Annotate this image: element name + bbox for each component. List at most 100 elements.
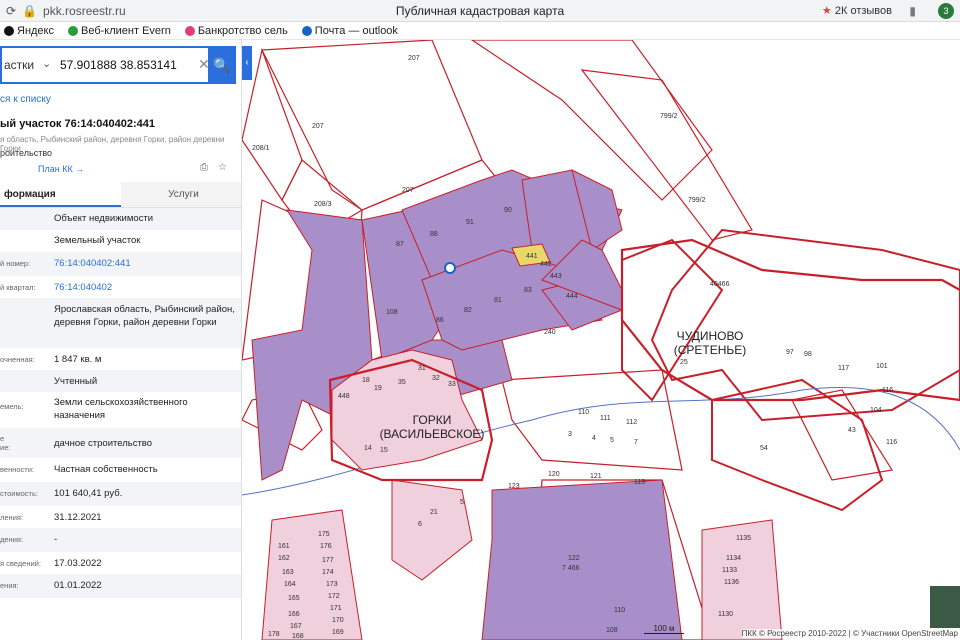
parcel-number: 208/3: [314, 201, 332, 208]
info-row: й номер: 76:14:040402:441: [0, 252, 241, 276]
bookmark-item[interactable]: Веб-клиент Evern: [68, 25, 171, 37]
map-scale: 100 м: [644, 624, 684, 634]
parcel-number: 43: [848, 427, 856, 434]
label-gorki: ГОРКИ: [413, 413, 452, 427]
parcel-number: 112: [626, 419, 637, 426]
tab-info[interactable]: формация: [0, 182, 121, 207]
evernote-icon: [68, 25, 78, 36]
label-chudinovo: ЧУДИНОВО: [677, 329, 744, 343]
search-button[interactable]: 🔍: [208, 48, 236, 82]
page-title: Публичная кадастровая карта: [395, 4, 565, 18]
parcel-number: 166: [288, 611, 300, 618]
parcel-number: 35: [398, 379, 406, 386]
parcel-number: 1130: [718, 611, 733, 618]
cadastral-number-link[interactable]: 76:14:040402:441: [54, 258, 238, 271]
parcel-number: 168: [292, 633, 304, 640]
parcel-number: 207: [408, 55, 420, 62]
basemap-switcher[interactable]: [930, 586, 960, 628]
parcel-number: 169: [332, 629, 344, 636]
parcel-number: 175: [318, 531, 330, 538]
parcel-number: 207: [312, 123, 324, 130]
info-row: стоимость: 101 640,41 руб.: [0, 482, 241, 506]
parcel-number: 178: [268, 631, 280, 638]
bank-icon: [184, 25, 195, 36]
label-sretenie: (СРЕТЕНЬЕ): [674, 343, 747, 357]
outlook-icon: [301, 25, 312, 36]
extension-icon[interactable]: 3: [938, 3, 954, 19]
chevron-down-icon[interactable]: ⌄: [42, 57, 51, 70]
parcel-number: 1134: [726, 555, 741, 562]
info-row: дения: -: [0, 528, 241, 552]
panel-tabs: формация Услуги: [0, 182, 241, 208]
parcel-number: 5: [610, 437, 614, 444]
parcel-number: 97: [786, 349, 794, 356]
parcel-number: 116: [886, 439, 897, 446]
pink-parcel: [391, 479, 473, 581]
favorite-star-icon[interactable]: ☆: [218, 162, 227, 173]
parcel-number: 110: [614, 607, 625, 614]
map-canvas[interactable]: 207 207 207 208/1 208/3 799/2 799/2 87 8…: [242, 40, 960, 640]
bookmark-item[interactable]: Яндекс: [4, 25, 54, 37]
back-to-list-link[interactable]: ся к списку: [0, 94, 51, 105]
bookmark-icon[interactable]: ▮: [909, 4, 916, 18]
bookmark-item[interactable]: Почта — outlook: [301, 25, 398, 37]
parcel-number: 32: [432, 375, 440, 382]
search-type-select[interactable]: астки: [4, 58, 34, 72]
parcel-number: 174: [322, 569, 334, 576]
star-icon: ★: [821, 5, 832, 17]
cadastral-map[interactable]: 207 207 207 208/1 208/3 799/2 799/2 87 8…: [242, 40, 960, 640]
parcel-number: 101: [876, 363, 888, 370]
tab-services[interactable]: Услуги: [121, 182, 241, 207]
parcel-number: 448: [338, 393, 350, 400]
parcel-number: 90: [504, 207, 512, 214]
info-row: й квартал: 76:14:040402: [0, 276, 241, 298]
parcel-number: 119: [634, 479, 645, 486]
info-row: Ярославская область, Рыбинский район, де…: [0, 298, 241, 348]
parcel-number: 104: [870, 407, 882, 414]
parcel-number: 110: [578, 409, 589, 416]
parcel-number: 91: [466, 219, 474, 226]
parcel-number: 173: [326, 581, 338, 588]
parcel-number: 3: [568, 431, 572, 438]
info-row: Объект недвижимости: [0, 208, 241, 230]
bookmark-item[interactable]: Банкротство сель: [184, 25, 288, 37]
parcel-number: 167: [290, 623, 302, 630]
plan-kk-link[interactable]: План КК →: [38, 164, 84, 174]
reviews-link[interactable]: ★ 2К отзывов: [822, 4, 892, 17]
parcel-number: 31: [418, 365, 426, 372]
parcel-number: 1133: [722, 567, 737, 574]
parcel-number: 88: [430, 231, 438, 238]
parcel-number: 33: [448, 381, 456, 388]
info-row: ления: 31.12.2021: [0, 512, 102, 523]
parcel-number: 117: [838, 365, 849, 372]
search-input[interactable]: 57.901888 38.853141: [60, 58, 177, 72]
yandex-icon: [4, 25, 14, 36]
location-marker[interactable]: [444, 262, 456, 274]
parcel-number: 177: [322, 557, 334, 564]
parcel-usage: роительство: [0, 148, 53, 158]
search-icon: 🔍: [213, 57, 231, 73]
parcel-number: 108: [606, 627, 618, 634]
parcel-number: 162: [278, 555, 290, 562]
label-vasilevskoe: (ВАСИЛЬЕВСКОЕ): [380, 427, 485, 441]
print-icon[interactable]: ⎙: [200, 162, 208, 173]
parcel-number: 161: [278, 543, 290, 550]
parcel-number: 54: [760, 445, 768, 452]
parcel-number: 18: [362, 377, 370, 384]
parcel-number: 799/2: [688, 197, 706, 204]
cadastral-quarter-link[interactable]: 76:14:040402: [54, 282, 238, 295]
collapse-panel-button[interactable]: ‹: [242, 46, 252, 80]
parcel-number: 108: [386, 309, 398, 316]
info-row: ения: 01.01.2022: [0, 574, 241, 598]
parcel-number: 165: [288, 595, 300, 602]
parcel-number: 443: [550, 273, 562, 280]
parcel-number: 98: [804, 351, 812, 358]
parcel-number: 122: [568, 555, 580, 562]
panel-actions: ⎙ ☆: [200, 162, 227, 173]
parcel-number: 120: [548, 471, 560, 478]
parcel-number: 123: [508, 483, 520, 490]
info-panel: астки ⌄ 57.901888 38.853141 ✕ 🔍 ся к спи…: [0, 40, 242, 640]
parcel-number: 6: [418, 521, 422, 528]
parcel-number: 4: [592, 435, 596, 442]
search-box: астки ⌄ 57.901888 38.853141 ✕ 🔍: [0, 46, 236, 84]
